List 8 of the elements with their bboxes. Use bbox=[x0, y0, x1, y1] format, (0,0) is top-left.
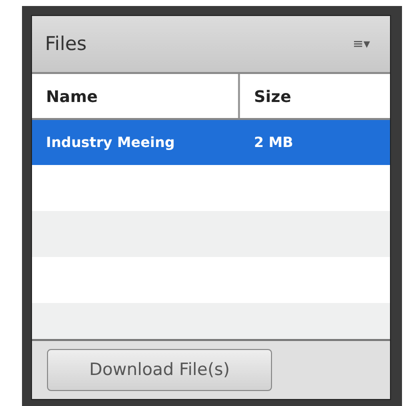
column-header[interactable]: Size bbox=[240, 74, 390, 118]
file-row[interactable]: Industry Meeing 2 MB bbox=[32, 120, 390, 165]
table-cell-text: Industry Meeing bbox=[45, 134, 176, 152]
download-button[interactable]: Download File(s) bbox=[47, 349, 272, 391]
menu-icon[interactable]: ≡▾ bbox=[352, 36, 370, 52]
panel-title: Files bbox=[45, 33, 87, 55]
column-header[interactable]: Name bbox=[32, 74, 240, 118]
table-cell-text: 2 MB bbox=[253, 134, 294, 152]
